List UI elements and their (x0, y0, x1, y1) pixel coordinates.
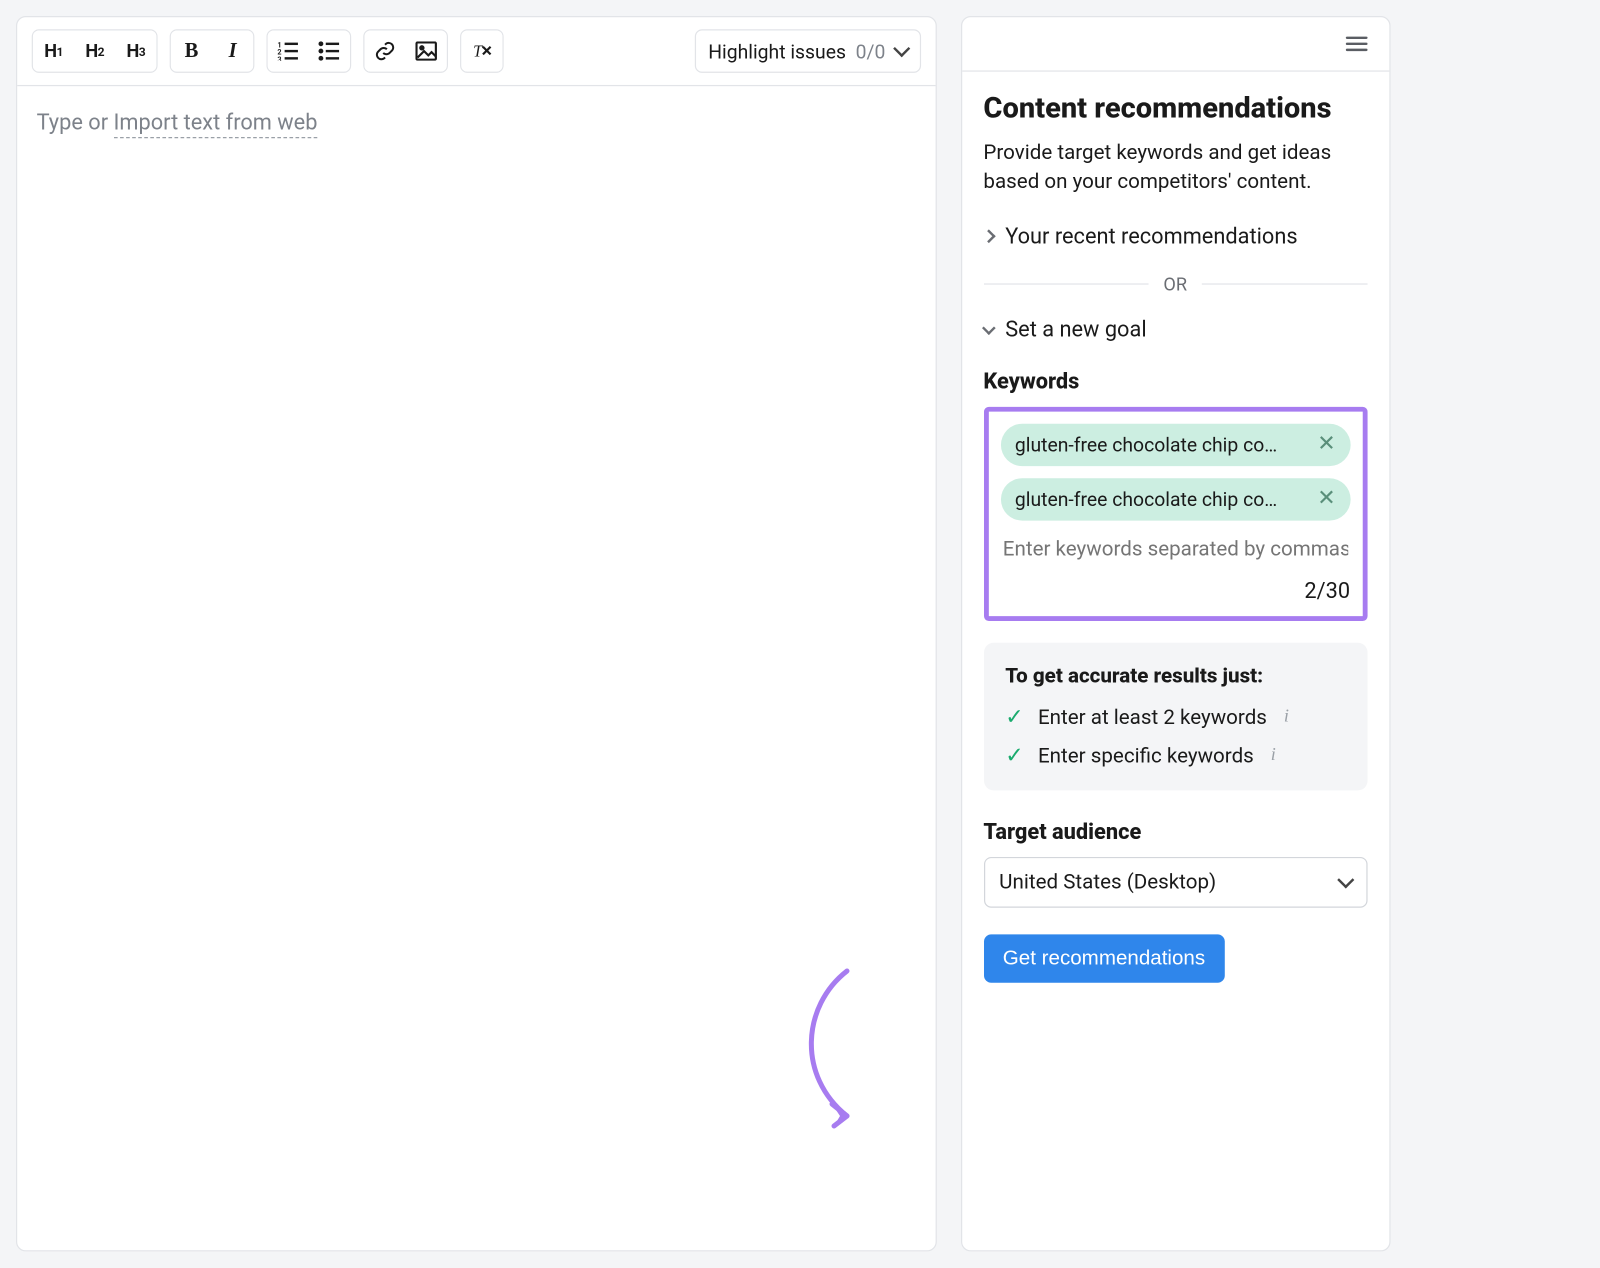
keyword-chip: gluten-free chocolate chip co… ✕ (1000, 423, 1350, 465)
image-button[interactable] (406, 31, 447, 72)
chevron-down-icon (1337, 871, 1354, 888)
tip-text: Enter at least 2 keywords (1038, 705, 1267, 729)
or-label: OR (1163, 273, 1187, 295)
info-icon[interactable]: i (1284, 707, 1289, 728)
h3-button[interactable]: H3 (115, 31, 156, 72)
ordered-list-button[interactable]: 1 2 3 (268, 31, 309, 72)
link-button[interactable] (364, 31, 405, 72)
editor-toolbar: H1 H2 H3 B I 1 2 3 (17, 17, 935, 86)
check-icon: ✓ (1005, 745, 1023, 767)
insert-group (363, 29, 448, 73)
clear-format-button[interactable]: T (461, 31, 502, 72)
placeholder-prefix: Type or (37, 110, 114, 135)
svg-text:T: T (473, 42, 484, 61)
keywords-label: Keywords (983, 369, 1367, 394)
h1-button[interactable]: H1 (33, 31, 74, 72)
editor-placeholder: Type or Import text from web (37, 110, 318, 138)
highlight-count: 0/0 (856, 40, 886, 63)
chevron-down-icon (981, 321, 995, 335)
unordered-list-icon (319, 41, 341, 60)
tips-box: To get accurate results just: ✓ Enter at… (983, 642, 1367, 790)
link-icon (374, 40, 396, 62)
chip-text: gluten-free chocolate chip co… (1015, 487, 1277, 510)
panel-menu-button[interactable] (1340, 29, 1371, 58)
hamburger-icon (1345, 37, 1367, 39)
tip-row: ✓ Enter specific keywords i (1005, 744, 1345, 768)
chevron-right-icon (981, 229, 995, 243)
chip-text: gluten-free chocolate chip co… (1015, 433, 1277, 456)
tip-text: Enter specific keywords (1038, 744, 1254, 768)
image-icon (415, 41, 437, 60)
info-icon[interactable]: i (1271, 746, 1276, 767)
keyword-chip: gluten-free chocolate chip co… ✕ (1000, 478, 1350, 520)
keywords-box: gluten-free chocolate chip co… ✕ gluten-… (983, 406, 1367, 620)
tip-row: ✓ Enter at least 2 keywords i (1005, 705, 1345, 729)
h2-button[interactable]: H2 (74, 31, 115, 72)
new-goal-label: Set a new goal (1005, 317, 1146, 342)
check-icon: ✓ (1005, 706, 1023, 728)
audience-select[interactable]: United States (Desktop) (983, 856, 1367, 907)
import-from-web-link[interactable]: Import text from web (113, 110, 317, 138)
unordered-list-button[interactable] (309, 31, 350, 72)
audience-value: United States (Desktop) (999, 870, 1216, 894)
ordered-list-icon: 1 2 3 (277, 41, 299, 60)
highlight-issues-dropdown[interactable]: Highlight issues 0/0 (695, 29, 921, 73)
panel-title: Content recommendations (983, 91, 1367, 125)
or-separator: OR (983, 273, 1367, 295)
chevron-down-icon (893, 40, 910, 57)
chip-remove[interactable]: ✕ (1317, 488, 1335, 510)
italic-button[interactable]: I (212, 31, 253, 72)
bold-button[interactable]: B (171, 31, 212, 72)
editor-panel: H1 H2 H3 B I 1 2 3 (16, 16, 936, 1252)
panel-subtitle: Provide target keywords and get ideas ba… (983, 139, 1367, 197)
recent-recs-toggle[interactable]: Your recent recommendations (983, 219, 1367, 254)
svg-text:3: 3 (277, 55, 281, 61)
keywords-input[interactable] (1000, 532, 1350, 566)
editor-body[interactable]: Type or Import text from web (17, 86, 935, 1251)
clear-group: T (460, 29, 504, 73)
format-group: B I (170, 29, 255, 73)
new-goal-toggle[interactable]: Set a new goal (983, 312, 1367, 347)
list-group: 1 2 3 (266, 29, 351, 73)
audience-label: Target audience (983, 819, 1367, 844)
sidebar-header (962, 17, 1389, 71)
chip-remove[interactable]: ✕ (1317, 434, 1335, 456)
get-recommendations-button[interactable]: Get recommendations (983, 934, 1224, 982)
clear-format-icon: T (471, 40, 493, 62)
tips-header: To get accurate results just: (1005, 664, 1345, 688)
keywords-count: 2/30 (1000, 578, 1350, 603)
recent-recs-label: Your recent recommendations (1005, 224, 1297, 249)
heading-group: H1 H2 H3 (32, 29, 158, 73)
recommendations-panel: Content recommendations Provide target k… (960, 16, 1390, 1252)
highlight-label: Highlight issues (708, 40, 846, 63)
